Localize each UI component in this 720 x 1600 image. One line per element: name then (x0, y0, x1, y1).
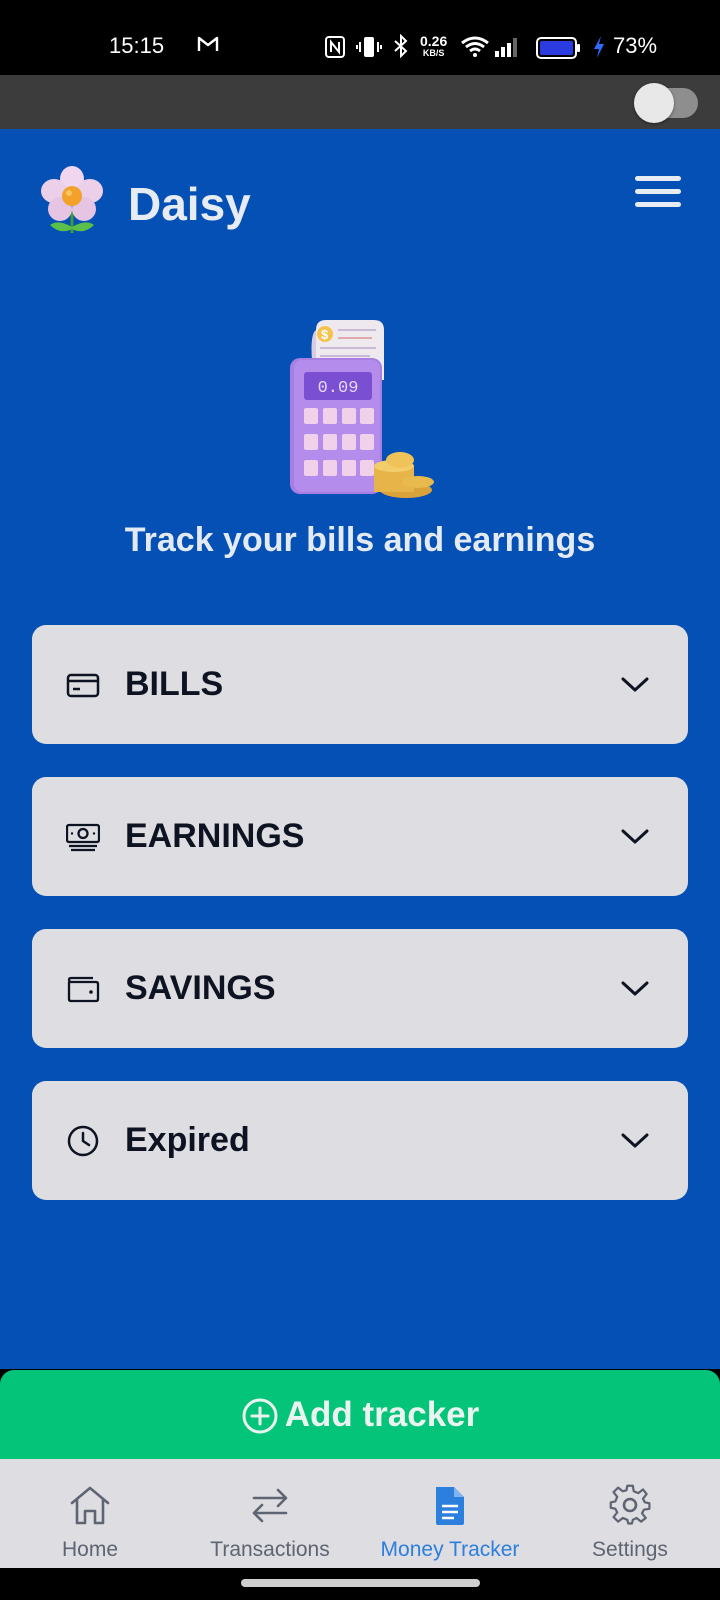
nav-item-money-tracker[interactable]: Money Tracker (360, 1459, 540, 1568)
nav-label-transactions: Transactions (210, 1538, 330, 1561)
hamburger-menu-icon[interactable] (635, 176, 681, 210)
add-tracker-label: Add tracker (284, 1394, 480, 1434)
chevron-down-icon[interactable] (620, 672, 650, 696)
nfc-icon (325, 36, 345, 58)
battery-percentage: 73% (613, 33, 658, 58)
section-label-savings: SAVINGS (125, 969, 276, 1007)
clock-icon (67, 1125, 99, 1157)
section-label-expired: Expired (125, 1121, 250, 1159)
toggle-knob (634, 83, 674, 123)
home-icon (70, 1486, 110, 1525)
document-icon (436, 1487, 464, 1525)
wallet-icon (67, 976, 100, 1003)
daisy-flower-logo-icon (41, 166, 103, 233)
credit-card-icon (66, 673, 100, 698)
nav-label-home: Home (61, 1538, 119, 1561)
chevron-down-icon[interactable] (620, 824, 650, 848)
nav-label-settings: Settings (592, 1538, 668, 1561)
battery-icon (536, 37, 580, 59)
section-card-savings[interactable]: SAVINGS (32, 929, 688, 1048)
wifi-icon (461, 36, 489, 57)
svg-text:$: $ (321, 327, 329, 342)
plus-circle-icon (242, 1398, 278, 1433)
hero-tagline: Track your bills and earnings (124, 521, 596, 559)
brand-name: Daisy (128, 178, 251, 230)
section-card-earnings[interactable]: EARNINGS (32, 777, 688, 896)
bottom-navigation: Home Transactions Money Tracker Settings (0, 1459, 720, 1568)
nav-item-transactions[interactable]: Transactions (180, 1459, 360, 1568)
home-gesture-handle[interactable] (241, 1579, 480, 1587)
charging-icon (594, 36, 604, 58)
section-label-earnings: EARNINGS (125, 817, 305, 855)
gear-icon (609, 1484, 651, 1525)
coins-icon (374, 452, 434, 498)
banknotes-icon (66, 823, 100, 852)
network-speed: 0.26 KB/S (420, 33, 448, 58)
gmail-notification-icon (197, 36, 219, 51)
add-tracker-button[interactable]: Add tracker (0, 1370, 720, 1459)
calculator-illustration: $ 0.09 (290, 320, 434, 498)
section-label-bills: BILLS (125, 665, 224, 703)
theme-toggle[interactable] (634, 83, 698, 123)
status-time: 15:15 (109, 33, 165, 58)
nav-item-settings[interactable]: Settings (540, 1459, 720, 1568)
nav-label-money-tracker: Money Tracker (380, 1538, 520, 1561)
chevron-down-icon[interactable] (620, 1128, 650, 1152)
calculator-display: 0.09 (318, 379, 359, 398)
bluetooth-icon (394, 34, 408, 58)
status-bar: 15:15 0.26 KB/S 73% (0, 0, 720, 75)
signal-icon (495, 38, 517, 57)
top-toggle-strip (0, 75, 720, 129)
section-card-bills[interactable]: BILLS (32, 625, 688, 744)
arrows-swap-icon (252, 1488, 288, 1523)
vibrate-icon (356, 37, 382, 57)
nav-item-home[interactable]: Home (0, 1459, 180, 1568)
section-card-expired[interactable]: Expired (32, 1081, 688, 1200)
gesture-bar-area (0, 1568, 720, 1600)
chevron-down-icon[interactable] (620, 976, 650, 1000)
